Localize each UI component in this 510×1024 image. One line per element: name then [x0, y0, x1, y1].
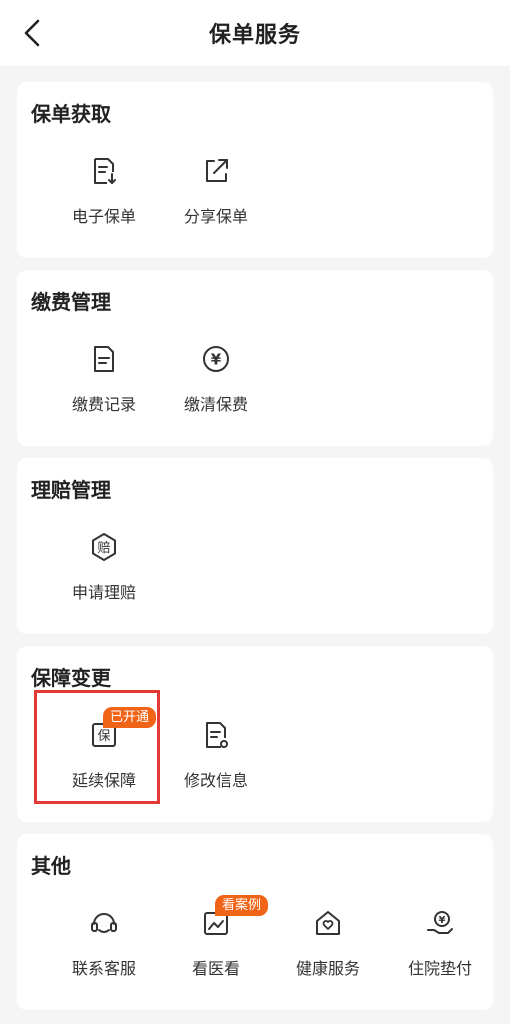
section-other: 其他 联系客服 看医看 看案例 健康服务 ¥ 住院垫付 — [17, 834, 493, 1010]
chevron-left-icon — [24, 19, 40, 47]
document-download-icon — [94, 158, 116, 184]
svg-text:保: 保 — [97, 729, 110, 744]
item-label: 缴费记录 — [71, 395, 136, 414]
back-button[interactable] — [18, 18, 46, 48]
item-label: 看医看 — [191, 959, 240, 978]
electronic-policy-button[interactable]: 电子保单 — [48, 150, 160, 260]
document-list-icon — [94, 346, 114, 372]
section-policy-obtain: 保单获取 电子保单 分享保单 — [17, 82, 493, 258]
item-label: 缴清保费 — [183, 395, 248, 414]
section-title: 保单获取 — [31, 102, 111, 126]
section-title: 理赔管理 — [31, 478, 111, 502]
hand-yuan-icon: ¥ — [427, 911, 453, 934]
item-label: 健康服务 — [295, 959, 360, 978]
yuan-circle-icon: ¥ — [203, 346, 229, 372]
apply-claim-button[interactable]: 赔 申请理赔 — [48, 526, 160, 636]
item-label: 电子保单 — [71, 207, 136, 226]
page-title: 保单服务 — [208, 23, 301, 48]
pay-off-premium-button[interactable]: ¥ 缴清保费 — [160, 338, 272, 448]
claim-hexagon-icon: 赔 — [92, 533, 116, 561]
section-coverage-change: 保障变更 保 延续保障 已开通 修改信息 — [17, 646, 493, 822]
opened-badge: 已开通 — [103, 707, 157, 728]
section-claim-management: 理赔管理 赔 申请理赔 — [17, 458, 493, 634]
item-label: 修改信息 — [183, 771, 248, 790]
renew-coverage-button[interactable]: 保 延续保障 — [48, 714, 160, 824]
item-label: 延续保障 — [71, 771, 136, 790]
section-title: 其他 — [31, 854, 71, 878]
contact-service-button[interactable]: 联系客服 — [48, 902, 160, 1012]
section-payment-management: 缴费管理 缴费记录 ¥ 缴清保费 — [17, 270, 493, 446]
headset-icon — [91, 913, 117, 933]
item-label: 住院垫付 — [407, 959, 472, 978]
item-label: 联系客服 — [71, 959, 136, 978]
house-heart-icon — [316, 911, 340, 935]
view-cases-badge: 看案例 — [215, 895, 269, 916]
item-label: 分享保单 — [183, 207, 248, 226]
share-policy-button[interactable]: 分享保单 — [160, 150, 272, 260]
svg-text:¥: ¥ — [439, 915, 446, 926]
modify-info-button[interactable]: 修改信息 — [160, 714, 272, 824]
item-label: 申请理赔 — [71, 583, 136, 602]
hospital-advance-button[interactable]: ¥ 住院垫付 — [384, 902, 496, 1012]
section-title: 保障变更 — [31, 666, 111, 690]
see-doctor-button[interactable]: 看医看 — [160, 902, 272, 1012]
section-title: 缴费管理 — [31, 290, 111, 314]
svg-text:赔: 赔 — [97, 541, 110, 556]
svg-text:¥: ¥ — [211, 351, 222, 369]
share-icon — [206, 159, 228, 182]
health-service-button[interactable]: 健康服务 — [272, 902, 384, 1012]
edit-document-icon — [206, 722, 228, 748]
payment-record-button[interactable]: 缴费记录 — [48, 338, 160, 448]
nav-bar: 保单服务 — [0, 0, 510, 66]
